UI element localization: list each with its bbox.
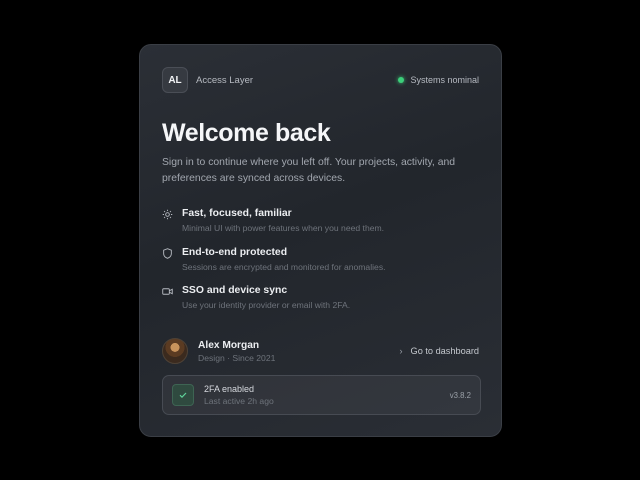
sign-in-card: AL Access Layer Systems nominal Welcome … [139, 44, 502, 437]
status-dot-icon [398, 77, 405, 83]
feature-description: Sessions are encrypted and monitored for… [182, 261, 386, 272]
page-title: Welcome back [162, 119, 331, 147]
feature-description: Use your identity provider or email with… [182, 300, 351, 310]
feature-title: SSO and device sync [182, 285, 288, 296]
feature-item: SSO and device sync Use your identity pr… [162, 284, 479, 323]
chevron-right-icon: › [399, 346, 403, 356]
sun-icon [162, 209, 173, 220]
video-icon [162, 288, 173, 295]
feature-item: Fast, focused, familiar Minimal UI with … [162, 207, 479, 246]
status-text: Systems nominal [410, 75, 479, 85]
brand-logo: AL [162, 67, 188, 93]
version-label: v3.8.2 [449, 390, 471, 400]
twofa-status-panel: 2FA enabled Last active 2h ago v3.8.2 [162, 375, 481, 415]
check-icon [172, 384, 194, 406]
system-status: Systems nominal [398, 75, 479, 85]
user-name: Alex Morgan [198, 339, 260, 351]
feature-list: Fast, focused, familiar Minimal UI with … [162, 207, 479, 323]
user-role: Design · Since 2021 [198, 352, 276, 363]
feature-title: End-to-end protected [182, 246, 288, 258]
twofa-title: 2FA enabled [204, 384, 255, 394]
feature-title: Fast, focused, familiar [182, 208, 292, 219]
user-row: Alex Morgan Design · Since 2021 › Go to … [162, 337, 479, 365]
dashboard-label: Go to dashboard [410, 346, 479, 356]
avatar [162, 338, 188, 364]
user-info: Alex Morgan Design · Since 2021 [198, 339, 275, 364]
twofa-last-active: Last active 2h ago [204, 396, 274, 406]
feature-item: End-to-end protected Sessions are encryp… [162, 246, 479, 285]
twofa-info: 2FA enabled Last active 2h ago [204, 383, 274, 407]
card-header: AL Access Layer Systems nominal [162, 67, 479, 93]
go-to-dashboard-link[interactable]: › Go to dashboard [400, 346, 479, 356]
feature-description: Minimal UI with power features when you … [182, 223, 385, 233]
page-subtitle: Sign in to continue where you left off. … [162, 157, 456, 184]
brand-name: Access Layer [196, 74, 254, 86]
shield-icon [163, 247, 172, 259]
